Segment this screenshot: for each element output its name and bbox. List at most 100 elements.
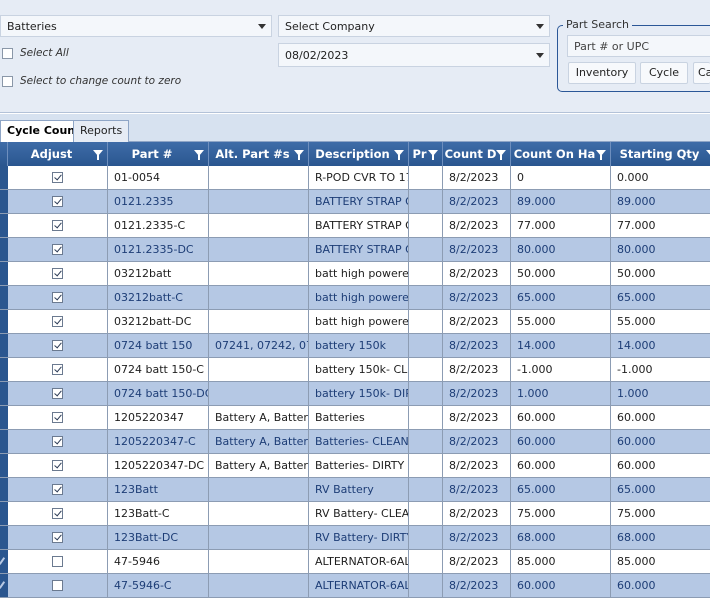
- change-count-zero-checkbox[interactable]: [2, 75, 13, 87]
- cell-count-on-hand[interactable]: 60.000: [511, 430, 611, 453]
- cell-pr[interactable]: [409, 382, 443, 405]
- cell-count-on-hand[interactable]: 0: [511, 166, 611, 189]
- row-selector[interactable]: [0, 286, 8, 309]
- chevron-down-icon[interactable]: [536, 53, 544, 58]
- row-selector[interactable]: [0, 262, 8, 285]
- row-selector[interactable]: [0, 478, 8, 501]
- cell-part-number[interactable]: 47-5946: [108, 550, 209, 573]
- adjust-checkbox[interactable]: [52, 363, 63, 375]
- cell-pr[interactable]: [409, 526, 443, 549]
- part-search-input[interactable]: Part # or UPC: [567, 35, 710, 57]
- table-row[interactable]: 01-0054 R-POD CVR TO 17 8/2/2023 0 0.000: [0, 166, 710, 190]
- cell-description[interactable]: BATTERY STRAP O: [309, 238, 409, 261]
- cell-adjust[interactable]: [8, 166, 108, 189]
- cell-part-number[interactable]: 03212batt-C: [108, 286, 209, 309]
- cell-description[interactable]: batt high powere: [309, 262, 409, 285]
- cell-adjust[interactable]: [8, 310, 108, 333]
- cell-count-on-hand[interactable]: 55.000: [511, 310, 611, 333]
- cell-adjust[interactable]: [8, 214, 108, 237]
- table-row[interactable]: 1205220347-DC Battery A, Battery Batteries…: [0, 454, 710, 478]
- category-combo[interactable]: Batteries: [0, 15, 272, 37]
- cell-alt-part-numbers[interactable]: [209, 286, 309, 309]
- cell-part-number[interactable]: 03212batt-DC: [108, 310, 209, 333]
- cell-adjust[interactable]: [8, 454, 108, 477]
- row-selector[interactable]: [0, 526, 8, 549]
- table-row[interactable]: 1205220347-C Battery A, Battery Batteries-…: [0, 430, 710, 454]
- cell-count-on-hand[interactable]: 60.000: [511, 454, 611, 477]
- cell-pr[interactable]: [409, 550, 443, 573]
- table-row[interactable]: 123Batt-DC RV Battery- DIRTY 8/2/2023 68.00…: [0, 526, 710, 550]
- cell-count-on-hand[interactable]: 60.000: [511, 574, 611, 597]
- adjust-checkbox[interactable]: [52, 411, 63, 423]
- cell-starting-qty[interactable]: 55.000: [611, 310, 710, 333]
- cell-adjust[interactable]: [8, 358, 108, 381]
- cell-alt-part-numbers[interactable]: Battery A, Battery: [209, 454, 309, 477]
- adjust-checkbox[interactable]: [52, 459, 63, 471]
- cell-count-date[interactable]: 8/2/2023: [443, 430, 511, 453]
- cell-count-on-hand[interactable]: 14.000: [511, 334, 611, 357]
- cell-pr[interactable]: [409, 502, 443, 525]
- row-selector[interactable]: [0, 310, 8, 333]
- cell-description[interactable]: battery 150k: [309, 334, 409, 357]
- inventory-button[interactable]: Inventory: [568, 62, 636, 84]
- table-row[interactable]: 03212batt batt high powere 8/2/2023 50.000 5…: [0, 262, 710, 286]
- cell-part-number[interactable]: 0724 batt 150-DC: [108, 382, 209, 405]
- column-header-count-on-hand[interactable]: Count On Ha: [511, 142, 611, 166]
- cell-pr[interactable]: [409, 238, 443, 261]
- row-selector[interactable]: [0, 574, 8, 597]
- cell-pr[interactable]: [409, 286, 443, 309]
- table-row[interactable]: 0121.2335-DC BATTERY STRAP O 8/2/2023 80.00…: [0, 238, 710, 262]
- row-selector[interactable]: [0, 238, 8, 261]
- cell-count-date[interactable]: 8/2/2023: [443, 286, 511, 309]
- table-row[interactable]: 0724 batt 15007241, 07242, 072battery 15…: [0, 334, 710, 358]
- row-selector[interactable]: [0, 406, 8, 429]
- cell-alt-part-numbers[interactable]: [209, 310, 309, 333]
- company-combo[interactable]: Select Company: [278, 15, 550, 37]
- cell-count-date[interactable]: 8/2/2023: [443, 214, 511, 237]
- cell-adjust[interactable]: [8, 190, 108, 213]
- select-all-checkbox-row[interactable]: Select All: [0, 45, 69, 61]
- cell-starting-qty[interactable]: 80.000: [611, 238, 710, 261]
- cell-part-number[interactable]: 0121.2335: [108, 190, 209, 213]
- cell-count-date[interactable]: 8/2/2023: [443, 454, 511, 477]
- column-header-adjust[interactable]: Adjust: [8, 142, 108, 166]
- cell-description[interactable]: RV Battery- CLEA: [309, 502, 409, 525]
- cell-count-date[interactable]: 8/2/2023: [443, 478, 511, 501]
- cell-part-number[interactable]: 47-5946-C: [108, 574, 209, 597]
- cell-alt-part-numbers[interactable]: [209, 382, 309, 405]
- cell-description[interactable]: Batteries- CLEAN: [309, 430, 409, 453]
- table-row[interactable]: 0724 batt 150-DC battery 150k- DIR 8/2/202…: [0, 382, 710, 406]
- table-row[interactable]: 123Batt RV Battery 8/2/2023 65.000 65.000: [0, 478, 710, 502]
- filter-funnel-icon[interactable]: [428, 150, 438, 160]
- adjust-checkbox[interactable]: [52, 435, 63, 447]
- cell-count-date[interactable]: 8/2/2023: [443, 190, 511, 213]
- cell-count-date[interactable]: 8/2/2023: [443, 358, 511, 381]
- cell-count-date[interactable]: 8/2/2023: [443, 574, 511, 597]
- cell-part-number[interactable]: 1205220347-DC: [108, 454, 209, 477]
- cell-starting-qty[interactable]: 50.000: [611, 262, 710, 285]
- cell-description[interactable]: RV Battery: [309, 478, 409, 501]
- cell-description[interactable]: Batteries: [309, 406, 409, 429]
- adjust-checkbox[interactable]: [52, 219, 63, 231]
- cell-description[interactable]: Batteries- DIRTY C: [309, 454, 409, 477]
- cell-starting-qty[interactable]: 65.000: [611, 478, 710, 501]
- adjust-checkbox[interactable]: [52, 267, 63, 279]
- cell-alt-part-numbers[interactable]: [209, 262, 309, 285]
- cell-description[interactable]: ALTERNATOR-6AL: [309, 550, 409, 573]
- cell-count-date[interactable]: 8/2/2023: [443, 238, 511, 261]
- cell-pr[interactable]: [409, 406, 443, 429]
- cell-part-number[interactable]: 0724 batt 150-C: [108, 358, 209, 381]
- cell-description[interactable]: batt high powere: [309, 286, 409, 309]
- table-row[interactable]: 0121.2335 BATTERY STRAP O 8/2/2023 89.000 89…: [0, 190, 710, 214]
- cell-alt-part-numbers[interactable]: [209, 550, 309, 573]
- row-selector[interactable]: [0, 550, 8, 573]
- filter-funnel-icon[interactable]: [706, 150, 710, 156]
- row-selector[interactable]: [0, 358, 8, 381]
- adjust-checkbox[interactable]: [52, 171, 63, 183]
- adjust-checkbox[interactable]: [52, 555, 63, 567]
- cell-alt-part-numbers[interactable]: [209, 478, 309, 501]
- cell-starting-qty[interactable]: 60.000: [611, 406, 710, 429]
- cell-count-date[interactable]: 8/2/2023: [443, 166, 511, 189]
- cell-adjust[interactable]: [8, 550, 108, 573]
- cell-pr[interactable]: [409, 190, 443, 213]
